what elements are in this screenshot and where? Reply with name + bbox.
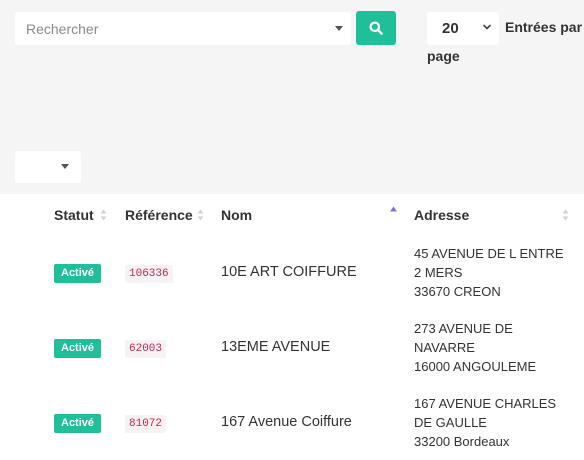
sort-icon[interactable]: [197, 209, 204, 221]
column-header-reference[interactable]: Référence: [125, 207, 193, 223]
caret-down-icon: [61, 164, 69, 169]
address-line: 273 AVENUE DE: [414, 321, 513, 336]
status-badge: Activé: [54, 339, 102, 358]
search-icon: [369, 21, 383, 35]
status-badge: Activé: [54, 414, 102, 433]
filter-select[interactable]: [15, 151, 81, 183]
address-line: 16000 ANGOULEME: [414, 359, 537, 374]
table-row[interactable]: Activé 62003 13EME AVENUE 273 AVENUE DE …: [0, 312, 584, 387]
address-line: 45 AVENUE DE L ENTRE: [414, 246, 564, 261]
reference-code: 81072: [125, 415, 167, 433]
sort-icon[interactable]: [562, 209, 569, 221]
caret-down-icon[interactable]: [335, 26, 343, 31]
address: 167 AVENUE CHARLES DE GAULLE 33200 Borde…: [414, 394, 556, 451]
salon-name[interactable]: 167 Avenue Coiffure: [221, 414, 352, 430]
address-line: 33670 CREON: [414, 284, 501, 299]
sort-ascending-icon[interactable]: [390, 206, 397, 218]
table-row[interactable]: Activé 106336 10E ART COIFFURE 45 AVENUE…: [0, 237, 584, 312]
search-box: [15, 12, 351, 45]
toolbar: 20 Entrées par page: [0, 0, 584, 190]
search-input[interactable]: [15, 12, 315, 45]
address-line: 167 AVENUE CHARLES: [414, 396, 557, 411]
per-page-label-continued: page: [427, 48, 460, 64]
per-page-label: Entrées par: [505, 19, 583, 35]
table-row[interactable]: Activé 81072 167 Avenue Coiffure 167 AVE…: [0, 387, 584, 460]
address: 273 AVENUE DE NAVARRE 16000 ANGOULEME: [414, 319, 536, 376]
address-line: NAVARRE: [414, 340, 475, 355]
per-page-select[interactable]: 20: [427, 12, 499, 45]
reference-code: 62003: [125, 340, 167, 358]
per-page-value: 20: [442, 20, 459, 37]
column-header-statut[interactable]: Statut: [54, 207, 94, 223]
address-line: 2 MERS: [414, 265, 463, 280]
salon-name[interactable]: 13EME AVENUE: [221, 339, 330, 355]
address-line: 33200 Bordeaux: [414, 434, 510, 449]
table-header: Statut Référence Nom Adresse: [0, 194, 584, 234]
search-button[interactable]: [356, 11, 396, 45]
salon-name[interactable]: 10E ART COIFFURE: [221, 264, 357, 280]
address-line: DE GAULLE: [414, 415, 487, 430]
column-header-adresse[interactable]: Adresse: [414, 207, 469, 223]
column-header-nom[interactable]: Nom: [221, 207, 252, 223]
address: 45 AVENUE DE L ENTRE 2 MERS 33670 CREON: [414, 244, 564, 301]
results-table: Statut Référence Nom Adresse Activé 1063…: [0, 194, 584, 460]
status-badge: Activé: [54, 264, 102, 283]
reference-code: 106336: [125, 265, 173, 283]
sort-icon[interactable]: [100, 209, 107, 221]
chevron-down-icon: [482, 24, 492, 30]
